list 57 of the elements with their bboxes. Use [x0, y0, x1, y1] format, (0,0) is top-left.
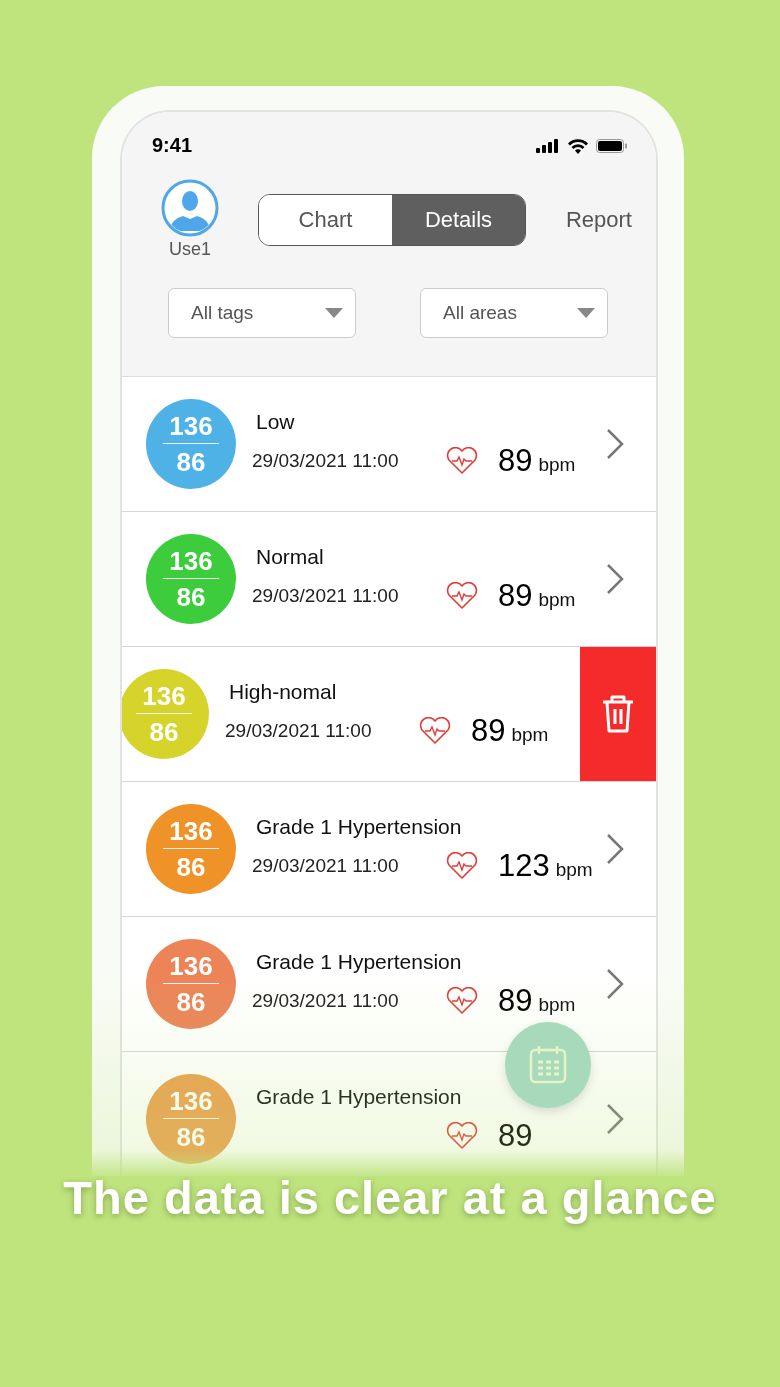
record-datetime: 29/03/2021 11:00 — [252, 855, 400, 877]
avatar-icon[interactable] — [161, 179, 219, 237]
chevron-icon — [606, 968, 624, 1000]
pulse-value: 89 — [471, 713, 506, 749]
signal-icon — [536, 138, 560, 153]
status-label: Grade 1 Hypertension — [256, 950, 463, 974]
pulse-value: 89 — [498, 983, 533, 1019]
filter-dropdown[interactable]: All tags — [168, 288, 356, 338]
record-datetime: 29/03/2021 11:00 — [252, 450, 400, 472]
chevron-icon — [606, 428, 624, 460]
pulse-value: 123 — [498, 848, 550, 884]
pressure-badge: 136 86 — [146, 534, 236, 624]
record-datetime: 29/03/2021 11:00 — [252, 585, 400, 607]
record-datetime: 29/03/2021 11:00 — [225, 720, 373, 742]
view-tab[interactable]: Details — [392, 194, 525, 245]
pulse-unit: bpm — [538, 994, 576, 1016]
pressure-badge: 136 86 — [146, 939, 236, 1029]
pulse-value: 89 — [498, 443, 533, 479]
filter-dropdown[interactable]: All areas — [420, 288, 608, 338]
pulse-value: 89 — [498, 578, 533, 614]
user-name: Use1 — [169, 239, 211, 260]
record-row[interactable]: 136 86 High-nomal 29/03/2021 11:00 89 bpm — [122, 647, 656, 782]
pressure-badge: 136 86 — [146, 399, 236, 489]
pulse-unit: bpm — [511, 724, 549, 746]
status-label: Grade 1 Hypertension — [256, 1085, 463, 1109]
trash-icon — [600, 694, 636, 734]
caret-icon — [325, 308, 343, 318]
status-label: Grade 1 Hypertension — [256, 815, 463, 839]
heart-rate-icon — [446, 852, 478, 880]
delete-button[interactable] — [580, 647, 656, 781]
promo-caption: The data is clear at a glance — [62, 1170, 718, 1225]
record-datetime: 29/03/2021 11:00 — [252, 990, 400, 1012]
report-link[interactable]: Report — [565, 206, 632, 233]
status-label: High-nomal — [229, 680, 338, 704]
pressure-badge: 136 86 — [146, 804, 236, 894]
chevron-icon — [606, 833, 624, 865]
heart-rate-icon — [446, 1122, 478, 1150]
caret-icon — [577, 308, 595, 318]
pulse-unit: bpm — [538, 454, 576, 476]
chevron-icon — [606, 1103, 624, 1135]
pressure-badge: 136 86 — [122, 669, 209, 759]
heart-rate-icon — [446, 582, 478, 610]
pulse-unit: bpm — [538, 589, 576, 611]
calendar-icon — [527, 1044, 569, 1086]
pressure-badge: 136 86 — [146, 1074, 236, 1164]
heart-rate-icon — [446, 447, 478, 475]
chevron-icon — [606, 563, 624, 595]
heart-rate-icon — [419, 717, 451, 745]
status-label: Normal — [256, 545, 325, 569]
view-tab[interactable]: Chart — [259, 194, 392, 245]
wifi-icon — [567, 137, 589, 154]
heart-rate-icon — [446, 987, 478, 1015]
pulse-value: 89 — [498, 1118, 533, 1154]
pulse-unit: bpm — [555, 859, 593, 881]
battery-icon — [596, 138, 628, 153]
status-label: Low — [256, 410, 296, 434]
status-time: 9:41 — [152, 134, 193, 157]
